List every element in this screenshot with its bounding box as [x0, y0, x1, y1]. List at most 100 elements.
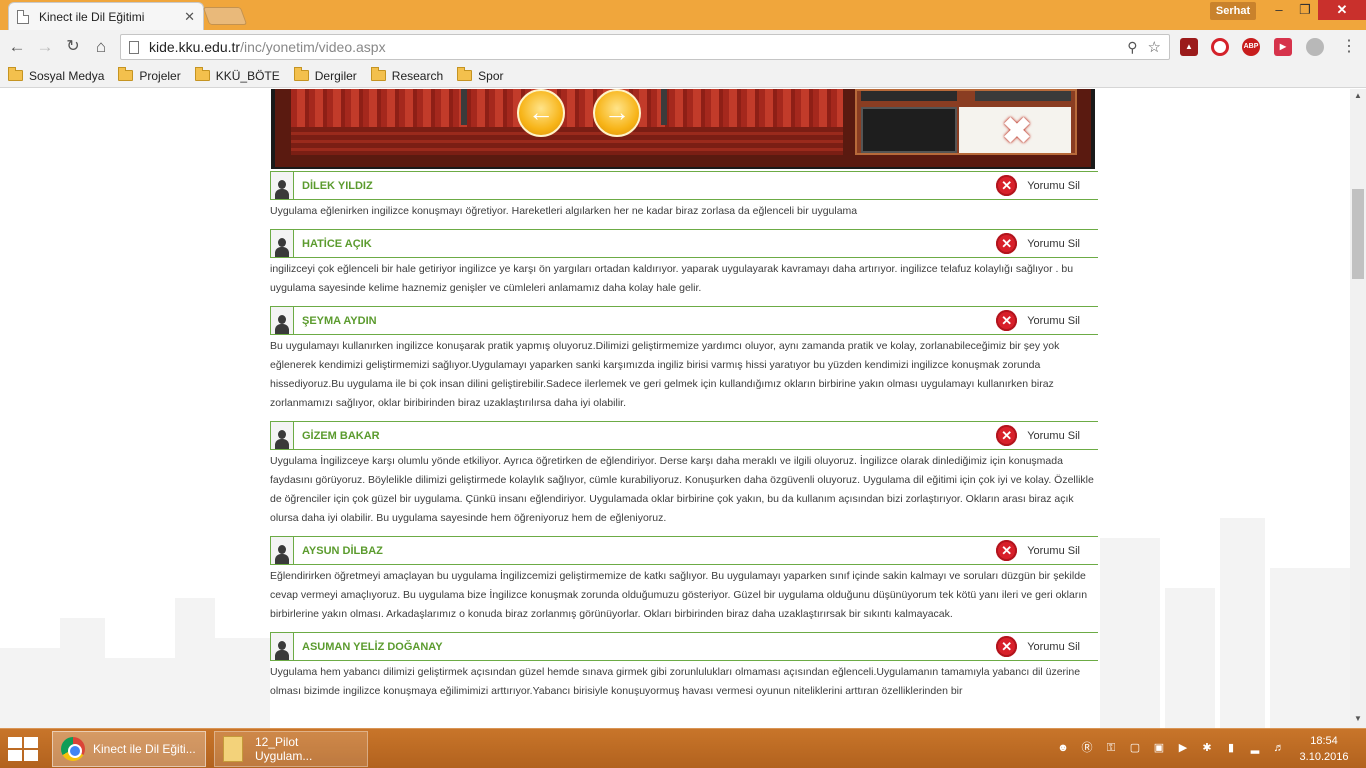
network-share-icon[interactable]: ▣ [1152, 741, 1166, 755]
previous-arrow-icon[interactable]: ← [517, 89, 565, 137]
delete-x-icon[interactable]: ✕ [996, 540, 1018, 561]
battery-icon[interactable]: ▮ [1224, 741, 1238, 755]
window-maximize-icon[interactable]: ❐ [1290, 0, 1320, 20]
page-icon [17, 9, 29, 24]
scroll-down-icon[interactable]: ▼ [1350, 714, 1366, 726]
tab-close-icon[interactable]: ✕ [184, 9, 195, 25]
bookmark-folder[interactable]: Projeler [118, 67, 181, 83]
nvidia-icon[interactable]: ▶ [1176, 741, 1190, 755]
thumbnail [975, 91, 1071, 101]
bookmark-label: Sosyal Medya [29, 68, 105, 83]
delete-comment-button[interactable]: ✕ Yorumu Sil [996, 310, 1080, 331]
zoom-icon[interactable]: ⚲ [1127, 39, 1137, 56]
browser-titlebar: Kinect ile Dil Eğitimi ✕ Serhat – ❐ ✕ [0, 0, 1366, 30]
comment-item: HATİCE AÇIK ✕ Yorumu Sil ingilizceyi çok… [270, 229, 1098, 302]
user-avatar-icon [270, 537, 294, 564]
delete-comment-label[interactable]: Yorumu Sil [1027, 641, 1080, 653]
clock-time: 18:54 [1310, 735, 1338, 747]
menu-kebab-icon[interactable]: ⋮ [1340, 38, 1358, 56]
reload-icon[interactable]: ↻ [62, 36, 84, 58]
new-tab-button[interactable] [202, 7, 248, 25]
pdf-icon[interactable]: ▲ [1180, 38, 1198, 56]
browser-tab-active[interactable]: Kinect ile Dil Eğitimi ✕ [8, 2, 204, 30]
user-avatar-icon [270, 230, 294, 257]
forward-arrow-icon[interactable]: → [34, 36, 56, 58]
comment-text: Eğlendirirken öğretmeyi amaçlayan bu uyg… [270, 570, 1088, 620]
delete-x-icon[interactable]: ✕ [996, 175, 1018, 196]
home-icon[interactable]: ⌂ [90, 36, 112, 58]
comment-author: DİLEK YILDIZ [302, 179, 373, 192]
security-icon[interactable]: ⚿ [1104, 741, 1118, 755]
comments-list: DİLEK YILDIZ ✕ Yorumu Sil Uygulama eğlen… [270, 171, 1098, 709]
red-extension-icon[interactable]: ▶ [1274, 38, 1292, 56]
address-bar[interactable]: kide.kku.edu.tr /inc/yonetim/video.aspx … [120, 34, 1170, 60]
gray-extension-icon[interactable] [1306, 38, 1324, 56]
delete-comment-button[interactable]: ✕ Yorumu Sil [996, 636, 1080, 657]
page-info-icon[interactable] [129, 40, 139, 54]
delete-x-icon[interactable]: ✕ [996, 310, 1018, 331]
comment-text: Uygulama eğlenirken ingilizce konuşmayı … [270, 205, 858, 217]
scroll-thumb[interactable] [1352, 189, 1364, 279]
delete-comment-label[interactable]: Yorumu Sil [1027, 545, 1080, 557]
adblock-icon[interactable]: ABP [1242, 38, 1260, 56]
window-close-icon[interactable]: ✕ [1318, 0, 1366, 20]
wifi-signal-icon[interactable]: ▂ [1248, 741, 1262, 755]
taskbar-folder-window[interactable]: 12_Pilot Uygulam... [214, 731, 368, 767]
stage-pole [461, 89, 467, 125]
delete-comment-label[interactable]: Yorumu Sil [1027, 180, 1080, 192]
browser-toolbar: ← → ↻ ⌂ kide.kku.edu.tr /inc/yonetim/vid… [0, 30, 1366, 64]
folder-icon [118, 67, 134, 81]
bookmark-star-icon[interactable]: ☆ [1148, 38, 1161, 56]
comment-item: GİZEM BAKAR ✕ Yorumu Sil Uygulama İngili… [270, 421, 1098, 532]
bookmark-folder[interactable]: Sosyal Medya [8, 67, 105, 83]
comment-text: ingilizceyi çok eğlenceli bir hale getir… [270, 263, 1074, 294]
game-side-panel: ✖ [855, 89, 1077, 155]
bookmark-folder[interactable]: Dergiler [293, 67, 357, 83]
back-arrow-icon[interactable]: ← [6, 36, 28, 58]
stage-floor [291, 127, 843, 155]
bookmark-folder[interactable]: Spor [457, 67, 504, 83]
folder-icon [8, 67, 23, 81]
comment-author: ŞEYMA AYDIN [302, 314, 377, 327]
url-path: /inc/yonetim/video.aspx [240, 39, 386, 55]
next-arrow-icon[interactable]: → [593, 89, 641, 137]
thumbnail [861, 91, 957, 101]
people-icon[interactable]: ☻ [1056, 741, 1070, 755]
bookmark-folder[interactable]: KKÜ_BÖTE [194, 67, 280, 83]
comment-text: Uygulama hem yabancı dilimizi geliştirme… [270, 666, 1081, 697]
bluetooth-icon[interactable]: ✱ [1200, 741, 1214, 755]
volume-icon[interactable]: ♬ [1272, 741, 1286, 755]
delete-comment-button[interactable]: ✕ Yorumu Sil [996, 425, 1080, 446]
profile-button[interactable]: Serhat [1210, 2, 1256, 20]
close-tile: ✖ [959, 107, 1071, 153]
monitor-icon[interactable]: ▢ [1128, 741, 1142, 755]
close-x-icon[interactable]: ✖ [999, 113, 1035, 149]
folder-icon [457, 67, 473, 81]
clock-date: 3.10.2016 [1299, 751, 1349, 763]
delete-comment-button[interactable]: ✕ Yorumu Sil [996, 540, 1080, 561]
delete-comment-label[interactable]: Yorumu Sil [1027, 315, 1080, 327]
delete-comment-button[interactable]: ✕ Yorumu Sil [996, 175, 1080, 196]
delete-x-icon[interactable]: ✕ [996, 233, 1018, 254]
page-scrollbar[interactable]: ▲ ▼ [1350, 89, 1366, 728]
delete-x-icon[interactable]: ✕ [996, 636, 1018, 657]
scroll-up-icon[interactable]: ▲ [1350, 91, 1366, 103]
bookmark-folder[interactable]: Research [370, 67, 444, 83]
bookmark-label: Projeler [139, 68, 181, 83]
opera-icon[interactable] [1211, 38, 1229, 56]
delete-comment-button[interactable]: ✕ Yorumu Sil [996, 233, 1080, 254]
user-avatar-icon [270, 172, 294, 199]
delete-x-icon[interactable]: ✕ [996, 425, 1018, 446]
system-clock[interactable]: 18:54 3.10.2016 [1296, 733, 1352, 765]
taskbar-chrome-window[interactable]: Kinect ile Dil Eğiti... [52, 731, 206, 767]
thumbnail [861, 107, 957, 153]
windows-start-icon[interactable] [8, 737, 38, 761]
skype-icon[interactable]: Ⓡ [1080, 741, 1094, 755]
comment-header: GİZEM BAKAR ✕ Yorumu Sil [270, 421, 1098, 450]
delete-comment-label[interactable]: Yorumu Sil [1027, 430, 1080, 442]
windows-taskbar: Kinect ile Dil Eğiti... 12_Pilot Uygulam… [0, 728, 1366, 768]
system-tray: ☻ Ⓡ ⚿ ▢ ▣ ▶ ✱ ▮ ▂ ♬ [1056, 741, 1296, 755]
bookmark-label: Research [391, 68, 444, 83]
comment-author: GİZEM BAKAR [302, 429, 380, 442]
delete-comment-label[interactable]: Yorumu Sil [1027, 238, 1080, 250]
